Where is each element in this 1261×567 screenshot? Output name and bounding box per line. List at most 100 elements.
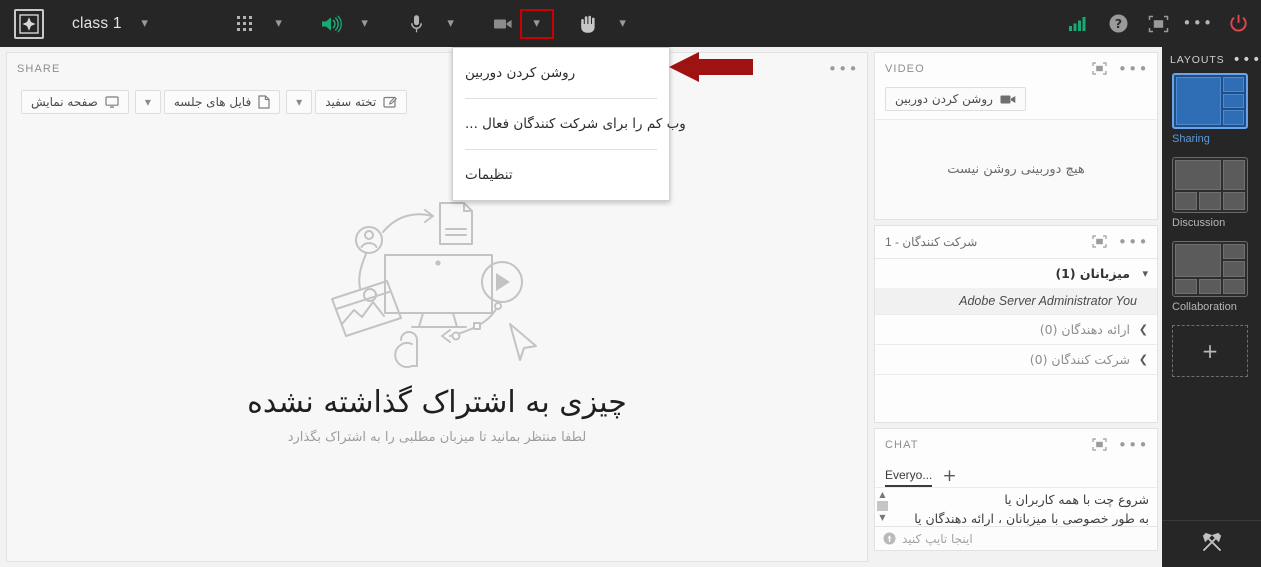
layouts-footer	[1162, 520, 1261, 567]
share-whiteboard-button[interactable]: تخته سفید	[315, 90, 408, 114]
share-empty-headline: چیزی به اشتراک گذاشته نشده	[247, 384, 627, 420]
menu-item-settings[interactable]: تنظیمات	[453, 150, 669, 200]
chat-pod-ellipsis-icon[interactable]: •••	[1118, 437, 1149, 453]
participants-group-participants[interactable]: ❯ شرکت کنندگان (0)	[875, 344, 1157, 374]
camera-chevron-down-icon[interactable]: ▾	[519, 8, 554, 39]
video-pod-ellipsis-icon[interactable]: •••	[1118, 61, 1149, 77]
video-pod-fullscreen-icon[interactable]	[1092, 60, 1107, 79]
scrollbar-thumb[interactable]	[877, 500, 888, 511]
share-pod: SHARE ••• صفحه نمایش ▾ فایل های جلسه ▾ ت…	[6, 52, 868, 562]
question-mark-circle-icon[interactable]: ?	[1105, 11, 1131, 37]
chat-input-placeholder: اینجا تایپ کنید	[902, 531, 973, 546]
chat-add-tab-button[interactable]: +	[942, 467, 956, 487]
layouts-list: Sharing Discussion Collaboration +	[1162, 73, 1261, 520]
layout-label-sharing: Sharing	[1172, 133, 1210, 145]
participants-group-presenters[interactable]: ❯ ارائه دهندگان (0)	[875, 314, 1157, 344]
share-pod-title: SHARE	[17, 63, 61, 75]
participants-pod-fullscreen-icon[interactable]	[1092, 233, 1107, 252]
power-icon[interactable]	[1225, 11, 1251, 37]
room-title: class 1	[72, 14, 122, 32]
chat-tab-bar: Everyo... +	[875, 461, 1157, 487]
participant-row[interactable]: Adobe Server Administrator You	[875, 288, 1157, 314]
share-files-button[interactable]: فایل های جلسه	[163, 90, 281, 114]
chat-message-line-1: شروع چت با همه کاربران یا	[1004, 491, 1149, 507]
adobe-connect-logo-icon[interactable]	[14, 8, 44, 39]
info-circle-icon[interactable]	[883, 532, 896, 545]
layout-item-collaboration[interactable]: Collaboration	[1172, 241, 1251, 313]
document-icon	[258, 95, 270, 109]
participants-group-participants-label: شرکت کنندگان (0)	[1029, 352, 1130, 367]
layout-thumbnail-sharing[interactable]	[1172, 73, 1248, 129]
participants-pod: شرکت کنندگان - 1 ••• ▾ میزبانان (1) Adob…	[874, 225, 1158, 423]
camera-dropdown-menu: روشن کردن دوربین وب کم را برای شرکت کنند…	[452, 47, 686, 201]
right-pod-column: VIDEO ••• روشن کردن دوربین هیچ دوربینی ر…	[874, 52, 1158, 556]
share-files-group: ▾ فایل های جلسه	[134, 90, 281, 114]
raised-hand-icon[interactable]	[572, 6, 606, 42]
apps-grid-icon[interactable]	[228, 6, 262, 42]
add-layout-button[interactable]: +	[1172, 325, 1248, 377]
share-content-illustration	[331, 201, 537, 368]
menu-item-enable-webcam-for-participants[interactable]: وب کم را برای شرکت کنندگان فعال ...	[453, 99, 686, 149]
chat-pod: CHAT ••• Everyo... + ▲ ▼ شروع چت با همه …	[874, 428, 1158, 551]
speaker-on-icon[interactable]	[314, 6, 348, 42]
chat-scrollbar[interactable]: ▲ ▼	[877, 490, 888, 525]
video-pod: VIDEO ••• روشن کردن دوربین هیچ دوربینی ر…	[874, 52, 1158, 220]
layout-label-collaboration: Collaboration	[1172, 301, 1237, 313]
layouts-title: LAYOUTS	[1170, 54, 1225, 66]
participants-list: ▾ میزبانان (1) Adobe Server Administrato…	[875, 258, 1157, 422]
speaker-chevron-down-icon[interactable]: ▾	[348, 9, 382, 39]
annotation-arrow-icon	[669, 52, 753, 82]
share-screen-button[interactable]: صفحه نمایش	[21, 90, 129, 114]
speaker-tool: ▾	[314, 6, 382, 42]
share-button-bar: صفحه نمایش ▾ فایل های جلسه ▾ تخته سفید	[7, 85, 867, 119]
fullscreen-icon[interactable]	[1145, 11, 1171, 37]
microphone-icon[interactable]	[400, 6, 434, 42]
video-pod-title: VIDEO	[885, 63, 925, 75]
participants-group-hosts[interactable]: ▾ میزبانان (1)	[875, 258, 1157, 288]
chat-input-row[interactable]: اینجا تایپ کنید	[875, 526, 1157, 551]
scroll-up-icon[interactable]: ▲	[879, 490, 885, 499]
adobe-connect-meeting-window: class 1 ▾ ▾ ▾ ▾ ▾ ▾ ? ••• SHARE ••• صفحه…	[0, 0, 1261, 567]
layout-item-sharing[interactable]: Sharing	[1172, 73, 1251, 145]
layout-label-discussion: Discussion	[1172, 217, 1226, 229]
participants-pod-title: شرکت کنندگان - 1	[885, 235, 978, 249]
camera-tool: ▾	[486, 6, 554, 42]
chevron-down-icon: ▾	[1142, 267, 1148, 280]
chat-message-line-2: به طور خصوصی با میزبانان ، ارائه دهندگان…	[914, 510, 1149, 526]
monitor-icon	[105, 95, 119, 108]
scroll-down-icon[interactable]: ▼	[879, 513, 885, 522]
ellipsis-icon[interactable]: •••	[1182, 11, 1212, 37]
video-button-row: روشن کردن دوربین	[875, 85, 1157, 119]
hammer-wrench-icon[interactable]	[1200, 530, 1224, 558]
share-whiteboard-label: تخته سفید	[325, 95, 377, 109]
chat-message-area: ▲ ▼ شروع چت با همه کاربران یا به طور خصو…	[875, 486, 1157, 527]
layout-thumbnail-discussion[interactable]	[1172, 157, 1248, 213]
share-whiteboard-chevron-down-icon[interactable]: ▾	[286, 90, 313, 114]
layout-item-discussion[interactable]: Discussion	[1172, 157, 1251, 229]
raise-hand-chevron-down-icon[interactable]: ▾	[606, 9, 640, 39]
participants-pod-header: شرکت کنندگان - 1 •••	[875, 226, 1157, 258]
raise-hand-tool: ▾	[572, 6, 640, 42]
participants-group-hosts-label: میزبانان (1)	[1055, 266, 1130, 281]
participants-pod-ellipsis-icon[interactable]: •••	[1118, 234, 1149, 250]
share-empty-subtitle: لطفا منتظر بمانید تا میزبان مطلبی را به …	[287, 429, 587, 445]
microphone-chevron-down-icon[interactable]: ▾	[434, 9, 468, 39]
start-camera-button[interactable]: روشن کردن دوربین	[885, 87, 1026, 111]
share-files-label: فایل های جلسه	[173, 95, 252, 109]
layouts-header: LAYOUTS •••	[1162, 47, 1261, 73]
signal-bars-icon[interactable]	[1065, 11, 1091, 37]
chevron-left-icon: ❯	[1138, 353, 1148, 366]
share-files-chevron-down-icon[interactable]: ▾	[134, 90, 161, 114]
share-pod-ellipsis-icon[interactable]: •••	[828, 61, 859, 77]
chat-pod-fullscreen-icon[interactable]	[1092, 436, 1107, 455]
chat-tab-everyone[interactable]: Everyo...	[885, 468, 933, 487]
room-title-chevron-down-icon[interactable]: ▾	[134, 17, 156, 30]
apps-grid-chevron-down-icon[interactable]: ▾	[262, 9, 296, 39]
menu-item-start-camera[interactable]: روشن کردن دوربین	[453, 48, 669, 98]
layouts-ellipsis-icon[interactable]: •••	[1233, 53, 1261, 67]
svg-text:?: ?	[1114, 16, 1121, 31]
video-camera-icon[interactable]	[486, 6, 520, 42]
share-whiteboard-group: ▾ تخته سفید	[286, 90, 408, 114]
top-toolbar: class 1 ▾ ▾ ▾ ▾ ▾ ▾ ? •••	[0, 0, 1261, 47]
layout-thumbnail-collaboration[interactable]	[1172, 241, 1248, 297]
